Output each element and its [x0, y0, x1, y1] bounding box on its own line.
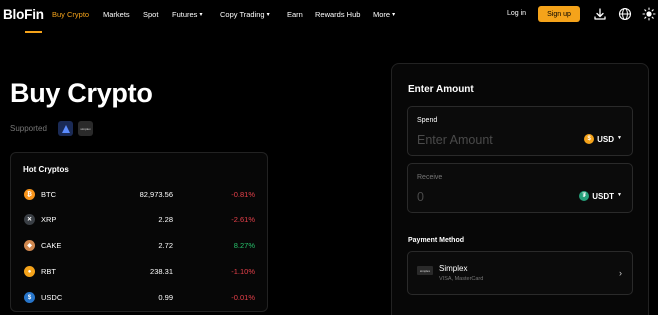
page-title: Buy Crypto [10, 78, 153, 108]
coin-price: 2.28 [158, 215, 173, 224]
chevron-down-icon: ▾ [266, 12, 270, 18]
login-link[interactable]: Log in [507, 10, 526, 17]
spend-label: Spend [417, 117, 438, 124]
brand-logo[interactable]: BloFin [3, 7, 44, 22]
coin-price: 2.72 [158, 241, 173, 250]
theme-sun-icon[interactable] [642, 7, 656, 21]
simplex-logo: simplex [417, 266, 433, 275]
spend-currency-select[interactable]: $ USD ▼ [584, 134, 622, 144]
supported-label: Supported [10, 124, 47, 133]
nav-more[interactable]: More ▾ [373, 10, 395, 19]
nav-earn[interactable]: Earn [287, 10, 303, 19]
spend-input[interactable] [417, 133, 567, 147]
chevron-down-icon: ▾ [392, 12, 396, 18]
nav-markets[interactable]: Markets [103, 10, 130, 19]
payment-method-title: Payment Method [408, 237, 465, 244]
table-row[interactable]: ◆ CAKE 2.72 8.27% [11, 237, 267, 257]
top-nav: BloFin Buy Crypto Markets Spot Futures ▾ … [0, 0, 658, 33]
usdt-icon: ₮ [579, 191, 590, 201]
nav-copy-trading[interactable]: Copy Trading ▾ [220, 10, 270, 19]
table-row[interactable]: $ USDC 0.99 -0.01% [11, 289, 267, 309]
table-row[interactable]: ✕ XRP 2.28 -2.61% [11, 211, 267, 231]
usdc-icon: $ [24, 292, 35, 303]
payment-cards: VISA, MasterCard [439, 276, 484, 282]
xrp-icon: ✕ [24, 214, 35, 225]
coin-symbol: BTC [41, 190, 56, 199]
nav-spot[interactable]: Spot [143, 10, 158, 19]
payment-method-option[interactable]: simplex Simplex VISA, MasterCard › [407, 251, 633, 295]
usd-icon: $ [584, 134, 595, 144]
coin-change: -2.61% [231, 215, 255, 224]
chevron-right-icon: › [619, 268, 622, 278]
nav-buy-crypto[interactable]: Buy Crypto [52, 10, 89, 19]
table-row[interactable]: ● RBT 238.31 -1.10% [11, 263, 267, 283]
provider-mark-icon [61, 124, 70, 133]
chevron-down-icon: ▼ [617, 135, 622, 141]
receive-currency: USDT [592, 191, 615, 201]
receive-label: Receive [417, 174, 443, 181]
coin-change: 8.27% [233, 241, 255, 250]
coin-symbol: USDC [41, 293, 63, 302]
enter-amount-title: Enter Amount [408, 84, 474, 95]
buy-panel: Enter Amount Spend $ USD ▼ Receive 0 ₮ U… [391, 63, 649, 315]
table-row[interactable]: ₿ BTC 82,973.56 -0.81% [11, 186, 267, 206]
active-nav-underline [25, 31, 42, 33]
spend-currency: USD [597, 134, 615, 144]
btc-icon: ₿ [24, 189, 35, 200]
coin-price: 0.99 [158, 293, 173, 302]
spend-box: Spend $ USD ▼ [407, 106, 633, 156]
hot-cryptos-title: Hot Cryptos [23, 165, 69, 174]
coin-symbol: XRP [41, 215, 57, 224]
provider-logo-blue [58, 121, 73, 136]
coin-price: 238.31 [150, 267, 173, 276]
chevron-down-icon: ▼ [617, 192, 622, 198]
payment-name: Simplex [439, 264, 468, 273]
receive-currency-select[interactable]: ₮ USDT ▼ [579, 191, 622, 201]
nav-futures[interactable]: Futures ▾ [172, 10, 202, 19]
coin-symbol: RBT [41, 267, 56, 276]
hot-cryptos-card: Hot Cryptos ₿ BTC 82,973.56 -0.81% ✕ XRP… [10, 152, 268, 312]
coin-change: -1.10% [231, 267, 255, 276]
rbt-icon: ● [24, 266, 35, 277]
coin-change: -0.81% [231, 190, 255, 199]
provider-logo-simplex: simplex [78, 121, 93, 136]
signup-button[interactable]: Sign up [538, 6, 580, 22]
receive-box: Receive 0 ₮ USDT ▼ [407, 163, 633, 213]
coin-symbol: CAKE [41, 241, 62, 250]
coin-price: 82,973.56 [139, 190, 173, 199]
globe-icon[interactable] [618, 7, 632, 21]
nav-rewards-hub[interactable]: Rewards Hub [315, 10, 360, 19]
coin-change: -0.01% [231, 293, 255, 302]
cake-icon: ◆ [24, 240, 35, 251]
chevron-down-icon: ▾ [199, 12, 203, 18]
download-icon[interactable] [593, 7, 607, 21]
receive-value: 0 [417, 190, 424, 204]
